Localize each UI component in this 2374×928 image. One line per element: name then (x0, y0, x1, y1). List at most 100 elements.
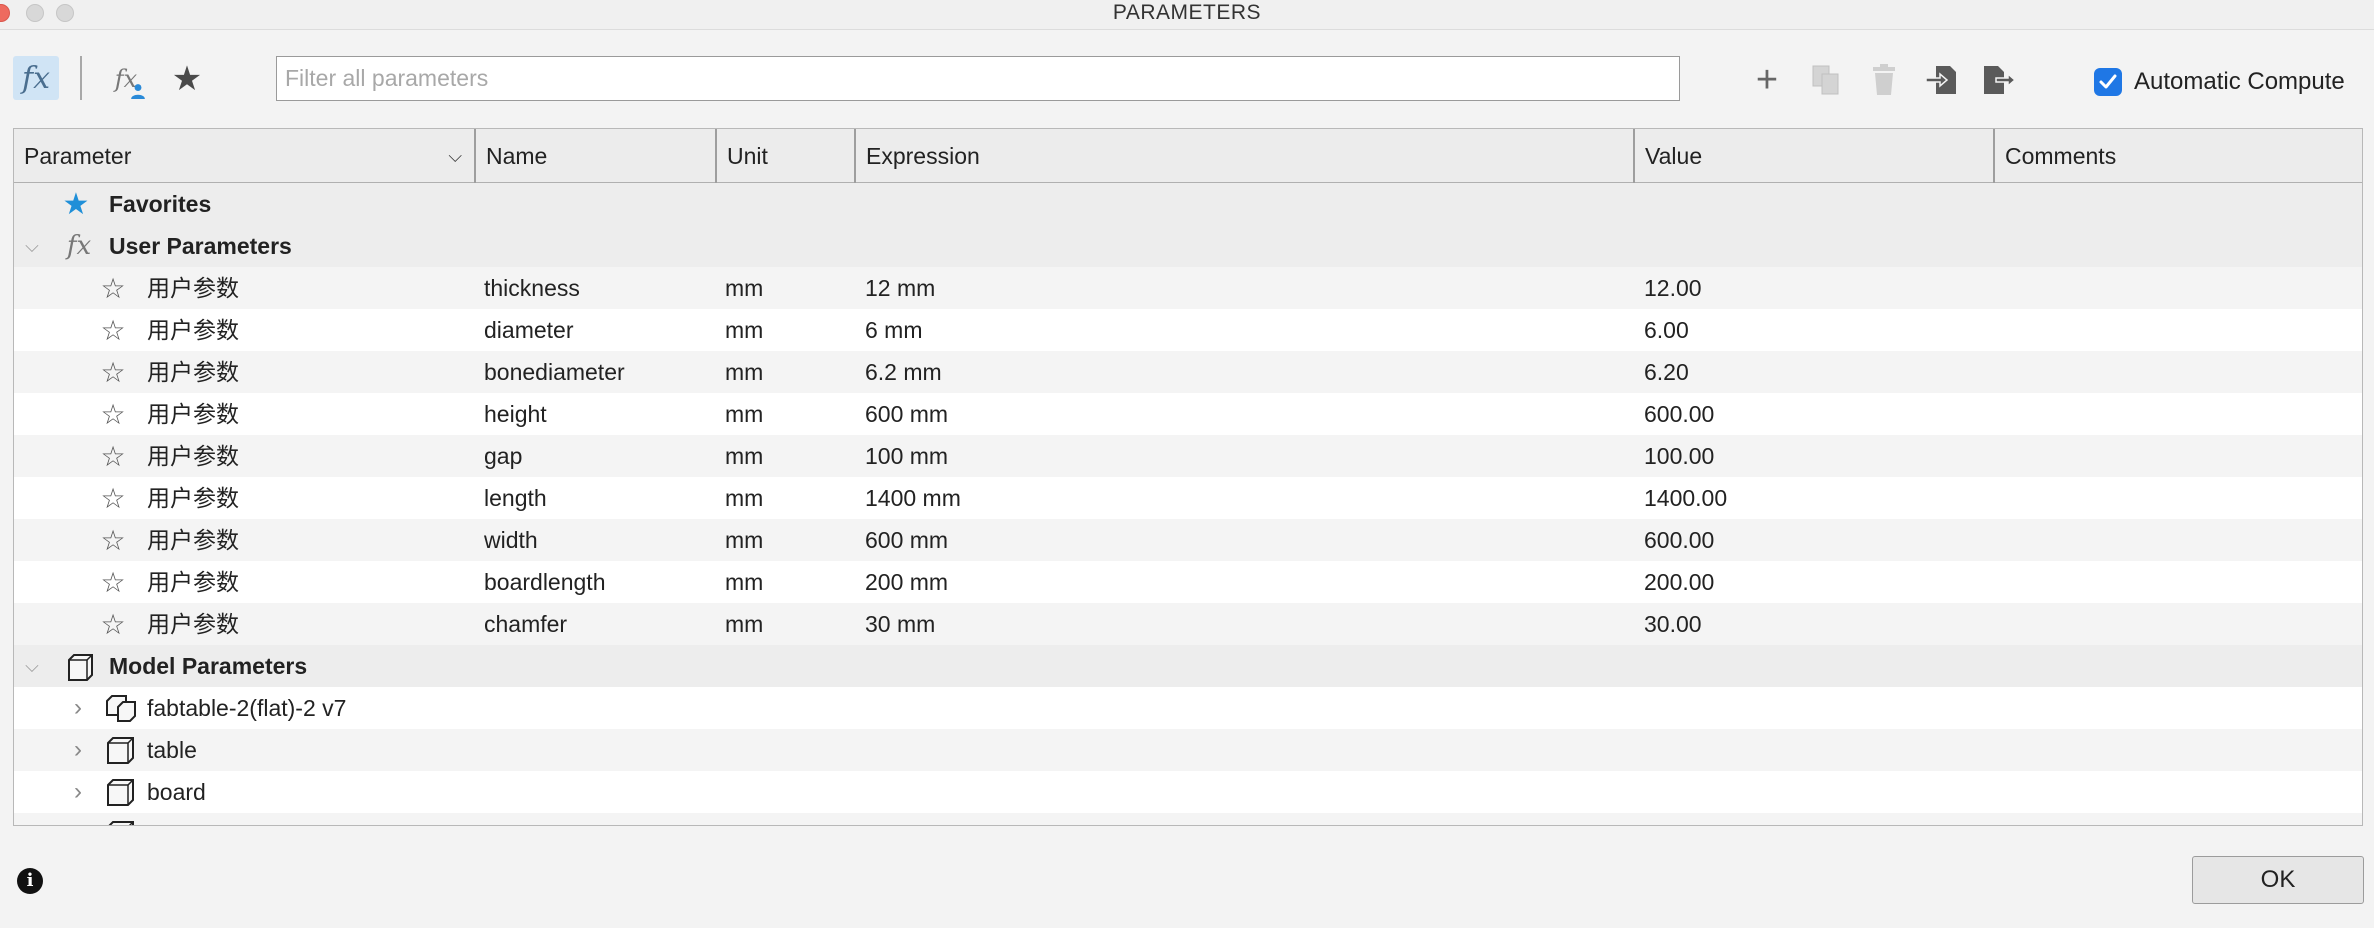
column-header-unit[interactable]: Unit (717, 129, 856, 183)
value-cell: 100.00 (1644, 443, 1715, 469)
name-cell[interactable]: length (484, 477, 547, 519)
expand-chevron-right-icon[interactable]: › (66, 820, 90, 825)
model-parameter-row[interactable]: › table (14, 729, 2362, 771)
user-parameter-row[interactable]: ☆ 用户参数 length mm 1400 mm 1400.00 (14, 477, 2362, 519)
name-cell[interactable]: height (484, 393, 547, 435)
favorite-star-outline-icon[interactable]: ☆ (97, 272, 129, 304)
copy-parameter-icon[interactable] (1804, 58, 1848, 102)
column-header-parameter[interactable]: Parameter ⌵ (14, 129, 476, 183)
favorites-filter-star-icon[interactable]: ★ (166, 58, 208, 100)
parameter-cell: 用户参数 (147, 485, 239, 511)
expression-cell[interactable]: 600 mm (865, 519, 948, 561)
favorites-group-row[interactable]: ★ Favorites (14, 183, 2362, 225)
fx-icon: fx (21, 60, 51, 96)
window-title: PARAMETERS (1112, 1, 1262, 24)
expression-cell[interactable]: 6 mm (865, 309, 923, 351)
user-parameter-row[interactable]: ☆ 用户参数 height mm 600 mm 600.00 (14, 393, 2362, 435)
value-cell: 6.20 (1644, 359, 1689, 385)
name-cell[interactable]: diameter (484, 309, 573, 351)
parameter-cell: 用户参数 (147, 611, 239, 637)
checkmark-icon (2099, 74, 2117, 89)
all-parameters-filter-button[interactable]: fx (13, 56, 59, 100)
unit-cell: mm (725, 527, 764, 553)
value-cell: 12.00 (1644, 275, 1702, 301)
favorite-star-outline-icon[interactable]: ☆ (97, 608, 129, 640)
model-parameter-row[interactable]: › fabtable-2(flat)-2 v7 (14, 687, 2362, 729)
body-icon (108, 821, 134, 825)
favorite-star-outline-icon[interactable]: ☆ (97, 398, 129, 430)
user-parameter-row[interactable]: ☆ 用户参数 width mm 600 mm 600.00 (14, 519, 2362, 561)
parameter-cell: 用户参数 (147, 317, 239, 343)
value-cell: 200.00 (1644, 569, 1715, 595)
expand-chevron-right-icon[interactable]: › (66, 736, 90, 763)
parameter-cell: 用户参数 (147, 275, 239, 301)
user-badge-icon (131, 84, 145, 99)
user-parameter-row[interactable]: ☆ 用户参数 bonediameter mm 6.2 mm 6.20 (14, 351, 2362, 393)
user-parameter-row[interactable]: ☆ 用户参数 gap mm 100 mm 100.00 (14, 435, 2362, 477)
info-icon[interactable]: i (17, 868, 43, 894)
favorite-star-outline-icon[interactable]: ☆ (97, 482, 129, 514)
parameter-cell: 用户参数 (147, 569, 239, 595)
filter-parameters-input[interactable] (276, 56, 1680, 101)
model-parameter-label: board 2 (147, 813, 225, 825)
favorite-star-outline-icon[interactable]: ☆ (97, 356, 129, 388)
favorite-star-outline-icon[interactable]: ☆ (97, 524, 129, 556)
user-parameters-group-row[interactable]: ⌵ fx User Parameters (14, 225, 2362, 267)
expression-cell[interactable]: 100 mm (865, 435, 948, 477)
unit-cell: mm (725, 485, 764, 511)
expression-cell[interactable]: 600 mm (865, 393, 948, 435)
user-parameter-row[interactable]: ☆ 用户参数 boardlength mm 200 mm 200.00 (14, 561, 2362, 603)
expand-chevron-right-icon[interactable]: › (66, 694, 90, 721)
automatic-compute-checkbox[interactable] (2094, 68, 2122, 96)
user-parameter-row[interactable]: ☆ 用户参数 thickness mm 12 mm 12.00 (14, 267, 2362, 309)
name-cell[interactable]: thickness (484, 267, 580, 309)
unit-cell: mm (725, 317, 764, 343)
add-parameter-plus-icon[interactable]: + (1745, 58, 1789, 102)
expression-cell[interactable]: 30 mm (865, 603, 935, 645)
table-header: Parameter ⌵ Name Unit Expression Value C… (14, 129, 2362, 183)
unit-cell: mm (725, 275, 764, 301)
name-cell[interactable]: bonediameter (484, 351, 625, 393)
sort-chevron-down-icon[interactable]: ⌵ (448, 129, 462, 183)
value-cell: 600.00 (1644, 527, 1715, 553)
export-parameters-icon[interactable] (1977, 58, 2021, 102)
model-parameter-row[interactable]: › board 2 (14, 813, 2362, 825)
automatic-compute-label: Automatic Compute (2134, 68, 2345, 95)
collapse-chevron-icon[interactable]: ⌵ (20, 233, 44, 259)
favorites-star-icon: ★ (62, 187, 90, 221)
value-cell: 1400.00 (1644, 485, 1728, 511)
user-parameter-row[interactable]: ☆ 用户参数 diameter mm 6 mm 6.00 (14, 309, 2362, 351)
expand-chevron-right-icon[interactable]: › (66, 778, 90, 805)
expression-cell[interactable]: 1400 mm (865, 477, 961, 519)
name-cell[interactable]: gap (484, 435, 522, 477)
import-parameters-icon[interactable] (1919, 58, 1963, 102)
favorite-star-outline-icon[interactable]: ☆ (97, 440, 129, 472)
model-parameters-group-label: Model Parameters (109, 653, 308, 679)
column-header-expression[interactable]: Expression (856, 129, 1635, 183)
unit-cell: mm (725, 443, 764, 469)
collapse-chevron-icon[interactable]: ⌵ (20, 653, 44, 679)
body-icon (107, 779, 134, 806)
model-parameters-group-row[interactable]: ⌵ Model Parameters (14, 645, 2362, 687)
delete-parameter-trash-icon[interactable] (1862, 58, 1906, 102)
name-cell[interactable]: chamfer (484, 603, 567, 645)
model-parameter-row[interactable]: › board (14, 771, 2362, 813)
model-parameter-label: board (147, 779, 206, 805)
expression-cell[interactable]: 12 mm (865, 267, 935, 309)
column-header-comments[interactable]: Comments (1995, 129, 2362, 183)
expression-cell[interactable]: 200 mm (865, 561, 948, 603)
ok-button[interactable]: OK (2192, 856, 2364, 904)
column-header-name[interactable]: Name (476, 129, 717, 183)
favorite-star-outline-icon[interactable]: ☆ (97, 314, 129, 346)
expression-cell[interactable]: 6.2 mm (865, 351, 942, 393)
user-parameter-row[interactable]: ☆ 用户参数 chamfer mm 30 mm 30.00 (14, 603, 2362, 645)
column-header-value[interactable]: Value (1635, 129, 1995, 183)
name-cell[interactable]: boardlength (484, 561, 606, 603)
toolbar-divider (80, 56, 82, 100)
component-icon (106, 695, 136, 722)
automatic-compute-toggle[interactable]: Automatic Compute (2094, 62, 2345, 102)
name-cell[interactable]: width (484, 519, 538, 561)
parameters-table: Parameter ⌵ Name Unit Expression Value C… (13, 128, 2363, 826)
model-parameter-label: table (147, 737, 197, 763)
favorite-star-outline-icon[interactable]: ☆ (97, 566, 129, 598)
